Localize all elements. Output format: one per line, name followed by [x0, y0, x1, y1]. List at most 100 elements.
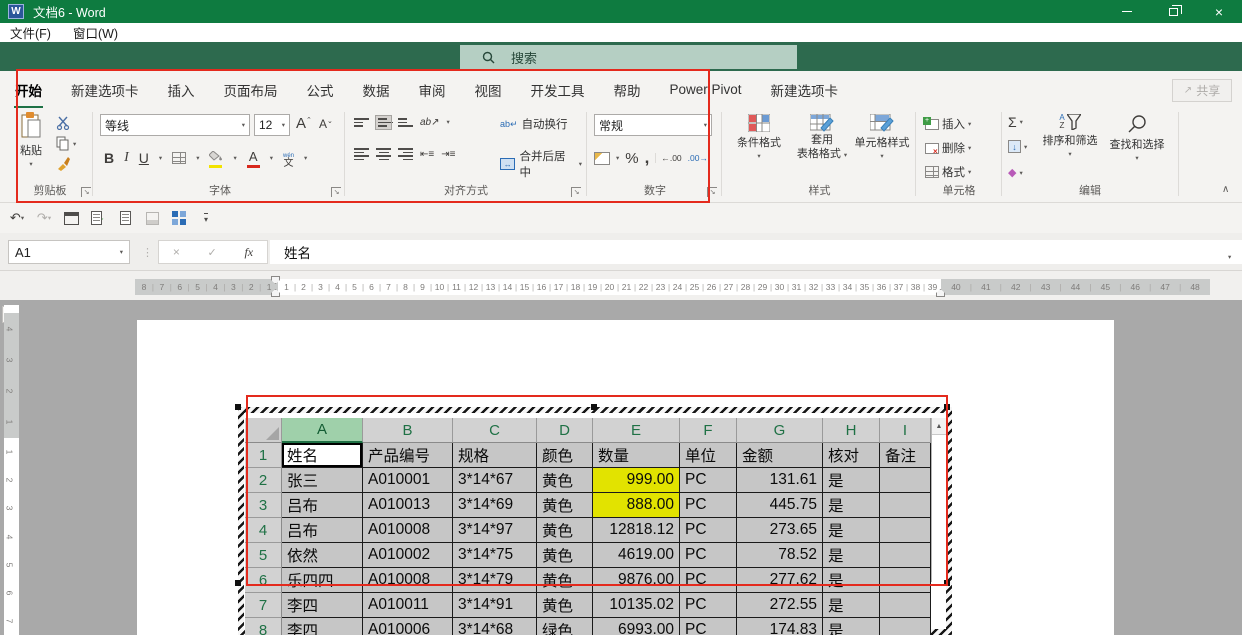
cell-I7[interactable] — [880, 593, 931, 618]
cell-I5[interactable] — [880, 543, 931, 568]
column-header-B[interactable]: B — [363, 418, 453, 443]
enter-icon[interactable]: ✓ — [208, 246, 217, 259]
redo-button[interactable]: ↷▾ — [35, 210, 53, 226]
tab-审阅-6[interactable]: 审阅 — [418, 71, 447, 109]
delete-cells-button[interactable]: × 删除 ▾ — [925, 140, 971, 156]
cell-D6[interactable]: 黄色 — [537, 568, 593, 593]
object-handle-middle-right[interactable] — [944, 580, 950, 586]
cell-G4[interactable]: 273.65 — [737, 518, 823, 543]
name-box[interactable]: A1 ▾ — [8, 240, 130, 264]
cut-button[interactable] — [56, 116, 71, 135]
undo-button[interactable]: ↶▾ — [8, 210, 26, 226]
orientation-button[interactable]: ab↗ — [420, 117, 440, 128]
tab-视图-7[interactable]: 视图 — [474, 71, 503, 109]
clipboard-dialog-launcher[interactable]: ↘ — [81, 187, 91, 197]
cell-C3[interactable]: 3*14*69 — [453, 493, 537, 518]
cell-A8[interactable]: 李四 — [282, 618, 363, 635]
cell-H5[interactable]: 是 — [823, 543, 880, 568]
cell-F3[interactable]: PC — [680, 493, 737, 518]
cell-A6[interactable]: 乐四四 — [282, 568, 363, 593]
scroll-up-button[interactable]: ▲ — [932, 418, 946, 435]
object-handle-middle-left[interactable] — [235, 580, 241, 586]
cell-D8[interactable]: 绿色 — [537, 618, 593, 635]
tab-插入-2[interactable]: 插入 — [167, 71, 196, 109]
cell-G2[interactable]: 131.61 — [737, 468, 823, 493]
cell-G3[interactable]: 445.75 — [737, 493, 823, 518]
row-header-3[interactable]: 3 — [245, 493, 282, 518]
cell-A7[interactable]: 李四 — [282, 593, 363, 618]
format-cells-button[interactable]: 格式 ▾ — [925, 164, 971, 180]
search-input[interactable]: 搜索 — [460, 45, 797, 69]
cell-C6[interactable]: 3*14*79 — [453, 568, 537, 593]
cell-H8[interactable]: 是 — [823, 618, 880, 635]
cell-D7[interactable]: 黄色 — [537, 593, 593, 618]
number-format-select[interactable]: 常规▾ — [594, 114, 712, 136]
vertical-ruler[interactable]: 43211234567 — [4, 305, 19, 635]
menu-file[interactable]: 文件(F) — [10, 23, 51, 42]
cell-E7[interactable]: 10135.02 — [593, 593, 680, 618]
cell-E8[interactable]: 6993.00 — [593, 618, 680, 635]
cell-H6[interactable]: 是 — [823, 568, 880, 593]
conditional-formatting-button[interactable]: 条件格式 ▾ — [728, 114, 790, 160]
insert-cells-button[interactable]: + 插入 ▾ — [925, 116, 971, 132]
cell-E5[interactable]: 4619.00 — [593, 543, 680, 568]
tab-开始-0[interactable]: 开始 — [14, 71, 43, 109]
cell-D5[interactable]: 黄色 — [537, 543, 593, 568]
tab-页面布局-3[interactable]: 页面布局 — [223, 71, 279, 109]
collapse-ribbon-button[interactable]: ∧ — [1222, 184, 1229, 195]
quick-print-button[interactable]: ✓ — [89, 210, 107, 226]
row-header-4[interactable]: 4 — [245, 518, 282, 543]
cell-C2[interactable]: 3*14*67 — [453, 468, 537, 493]
menu-window[interactable]: 窗口(W) — [73, 23, 118, 42]
cell-D1[interactable]: 颜色 — [537, 443, 593, 468]
cell-C1[interactable]: 规格 — [453, 443, 537, 468]
object-handle-top-right[interactable] — [944, 404, 950, 410]
shrink-font-button[interactable]: A⌄ — [319, 117, 333, 131]
number-dialog-launcher[interactable]: ↘ — [707, 187, 717, 197]
formula-bar-input[interactable]: 姓名 — [270, 240, 1242, 264]
object-handle-top-middle[interactable] — [591, 404, 597, 410]
cell-C8[interactable]: 3*14*68 — [453, 618, 537, 635]
cell-G8[interactable]: 174.83 — [737, 618, 823, 635]
cell-C5[interactable]: 3*14*75 — [453, 543, 537, 568]
cell-F4[interactable]: PC — [680, 518, 737, 543]
tab-Power Pivot-10[interactable]: Power Pivot — [669, 73, 743, 106]
object-vertical-scrollbar[interactable]: ▲ — [931, 418, 946, 582]
cell-B2[interactable]: A010001 — [363, 468, 453, 493]
cell-E4[interactable]: 12818.12 — [593, 518, 680, 543]
row-header-8[interactable]: 8 — [245, 618, 282, 635]
cell-A2[interactable]: 张三 — [282, 468, 363, 493]
tab-数据-5[interactable]: 数据 — [362, 71, 391, 109]
object-handle-top-left[interactable] — [235, 404, 241, 410]
cell-H2[interactable]: 是 — [823, 468, 880, 493]
column-header-C[interactable]: C — [453, 418, 537, 443]
cell-G1[interactable]: 金额 — [737, 443, 823, 468]
cell-H7[interactable]: 是 — [823, 593, 880, 618]
column-header-D[interactable]: D — [537, 418, 593, 443]
find-select-button[interactable]: 查找和选择 ▾ — [1104, 114, 1170, 162]
increase-indent-button[interactable]: ⇥≡ — [441, 149, 455, 160]
decrease-indent-button[interactable]: ⇤≡ — [420, 149, 434, 160]
select-all-corner[interactable] — [245, 418, 282, 443]
tab-新建选项卡-1[interactable]: 新建选项卡 — [70, 71, 140, 109]
cell-F7[interactable]: PC — [680, 593, 737, 618]
cell-C7[interactable]: 3*14*91 — [453, 593, 537, 618]
print-preview-button[interactable] — [116, 210, 134, 226]
paste-button[interactable]: 粘贴 ▾ — [12, 112, 50, 168]
bold-button[interactable]: B — [104, 150, 114, 166]
clear-button[interactable]: ◆ ▾ — [1008, 166, 1023, 179]
cell-B8[interactable]: A010006 — [363, 618, 453, 635]
cell-I6[interactable] — [880, 568, 931, 593]
form-button[interactable] — [62, 210, 80, 226]
minimize-button[interactable] — [1104, 0, 1150, 23]
cell-B5[interactable]: A010002 — [363, 543, 453, 568]
cell-D3[interactable]: 黄色 — [537, 493, 593, 518]
font-size-select[interactable]: 12▾ — [254, 114, 290, 136]
row-header-1[interactable]: 1 — [245, 443, 282, 468]
cell-B4[interactable]: A010008 — [363, 518, 453, 543]
tab-开发工具-8[interactable]: 开发工具 — [530, 71, 586, 109]
cell-C4[interactable]: 3*14*97 — [453, 518, 537, 543]
format-as-table-button[interactable]: 套用 表格格式 ▾ — [792, 114, 852, 162]
cell-H3[interactable]: 是 — [823, 493, 880, 518]
expand-formula-bar-icon[interactable]: ▾ — [1228, 246, 1231, 264]
